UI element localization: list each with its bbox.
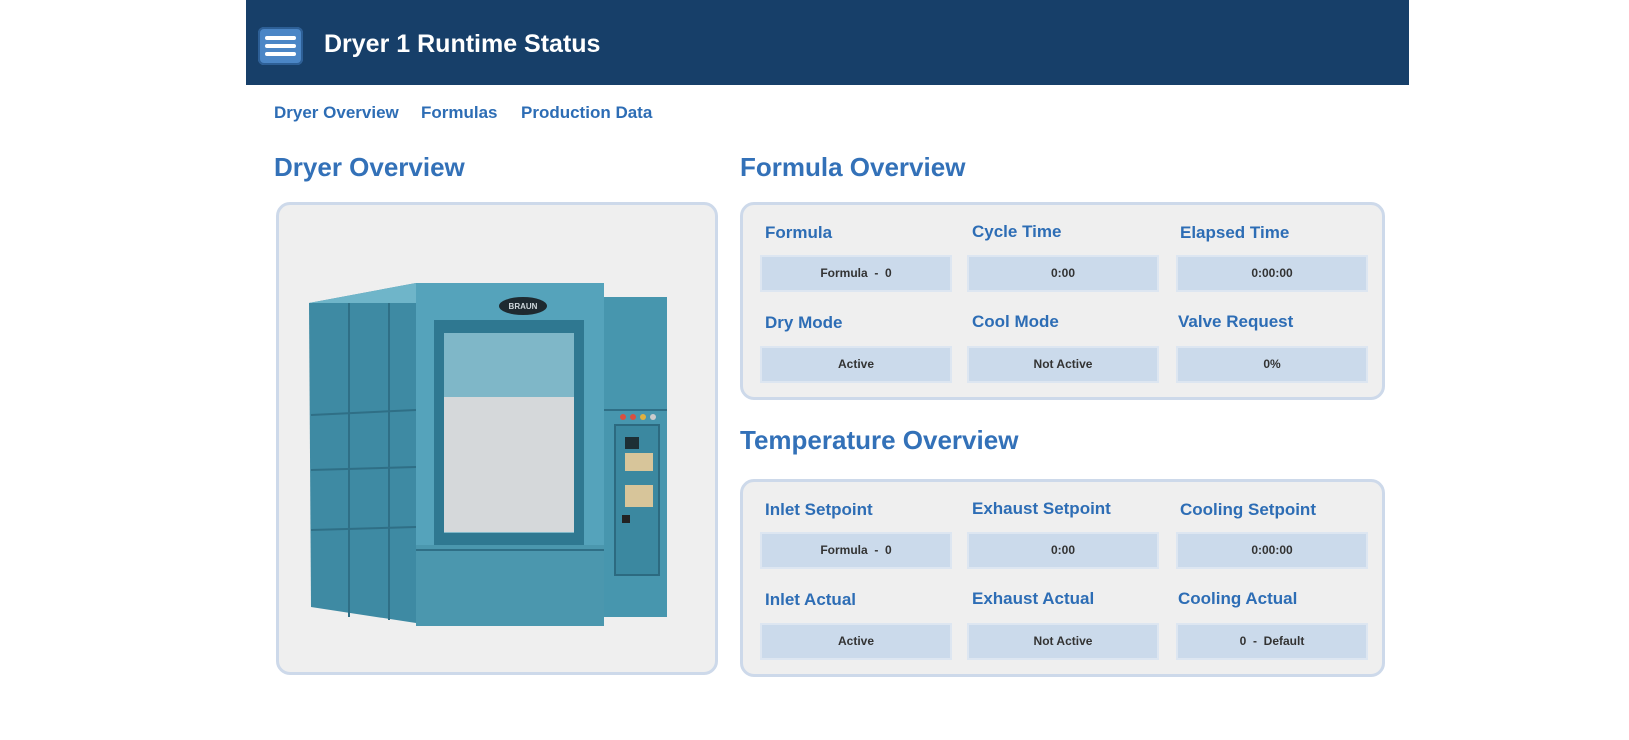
nav-link-dryer-overview[interactable]: Dryer Overview bbox=[274, 103, 399, 123]
valve-request-label: Valve Request bbox=[1178, 312, 1294, 331]
inlet-setpoint-label: Inlet Setpoint bbox=[765, 500, 873, 519]
dryer-overview-title: Dryer Overview bbox=[274, 152, 465, 182]
cool-mode-label: Cool Mode bbox=[972, 312, 1059, 331]
cool-mode-value: Not Active bbox=[969, 348, 1157, 381]
cooling-actual-value: 0 - Default bbox=[1178, 625, 1366, 658]
dryer-left-face bbox=[309, 283, 416, 623]
cooling-actual-label: Cooling Actual bbox=[1178, 589, 1298, 608]
app-header: Dryer 1 Runtime Status bbox=[246, 0, 1409, 85]
elapsed-time-value: 0:00:00 bbox=[1178, 257, 1366, 290]
exhaust-actual-value: Not Active bbox=[969, 625, 1157, 658]
formula-overview-title: Formula Overview bbox=[740, 152, 966, 182]
exhaust-setpoint-value: 0:00 bbox=[969, 534, 1157, 567]
inlet-actual-value: Active bbox=[762, 625, 950, 658]
formula-value: Formula - 0 bbox=[762, 257, 950, 290]
dryer-image-panel: BRAUN bbox=[276, 202, 718, 675]
page-title: Dryer 1 Runtime Status bbox=[324, 30, 601, 58]
dry-mode-label: Dry Mode bbox=[765, 313, 843, 332]
temperature-overview-panel: Inlet Setpoint Formula - 0 Exhaust Setpo… bbox=[740, 479, 1385, 677]
cooling-setpoint-label: Cooling Setpoint bbox=[1180, 500, 1316, 519]
exhaust-actual-label: Exhaust Actual bbox=[972, 589, 1095, 608]
nav-link-production-data[interactable]: Production Data bbox=[521, 103, 652, 123]
formula-label: Formula bbox=[765, 223, 833, 242]
nav-link-formulas[interactable]: Formulas bbox=[421, 103, 498, 123]
temperature-overview-title: Temperature Overview bbox=[740, 425, 1019, 455]
inlet-setpoint-value: Formula - 0 bbox=[762, 534, 950, 567]
cooling-setpoint-value: 0:00:00 bbox=[1178, 534, 1366, 567]
svg-text:BRAUN: BRAUN bbox=[509, 302, 538, 311]
dry-mode-value: Active bbox=[762, 348, 950, 381]
hamburger-menu-icon[interactable] bbox=[258, 27, 303, 65]
elapsed-time-label: Elapsed Time bbox=[1180, 223, 1290, 242]
menu-bar bbox=[265, 44, 296, 48]
menu-bar bbox=[265, 36, 296, 40]
dryer-machine-image: BRAUN bbox=[309, 283, 667, 626]
exhaust-setpoint-label: Exhaust Setpoint bbox=[972, 499, 1111, 518]
menu-bar bbox=[265, 52, 296, 56]
inlet-actual-label: Inlet Actual bbox=[765, 590, 856, 609]
valve-request-value: 0% bbox=[1178, 348, 1366, 381]
cycle-time-value: 0:00 bbox=[969, 257, 1157, 290]
formula-overview-panel: Formula Formula - 0 Cycle Time 0:00 Elap… bbox=[740, 202, 1385, 400]
cycle-time-label: Cycle Time bbox=[972, 222, 1062, 241]
